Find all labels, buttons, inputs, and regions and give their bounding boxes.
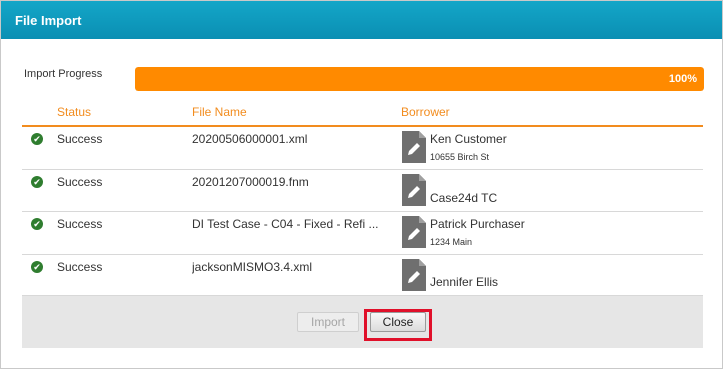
document-edit-icon[interactable] xyxy=(402,259,426,291)
file-name-cell: jacksonMISMO3.4.xml xyxy=(192,260,313,274)
close-button[interactable]: Close xyxy=(370,312,426,332)
status-cell: Success xyxy=(57,217,103,231)
import-progress-bar: 100% xyxy=(135,67,704,91)
column-header-status: Status xyxy=(57,105,92,119)
file-import-dialog: File Import Import Progress 100% Status … xyxy=(0,0,723,369)
document-edit-icon[interactable] xyxy=(402,131,426,163)
status-cell: Success xyxy=(57,260,103,274)
borrower-address: 1234 Main xyxy=(430,237,473,247)
import-progress-text: 100% xyxy=(668,73,697,85)
status-cell: Success xyxy=(57,175,103,189)
file-name-cell: 20200506000001.xml xyxy=(192,132,308,146)
success-check-icon: ✔ xyxy=(31,261,43,273)
import-progress-label: Import Progress xyxy=(24,68,103,80)
import-progress-fill xyxy=(135,67,704,91)
borrower-name: Jennifer Ellis xyxy=(430,275,499,289)
file-name-cell: 20201207000019.fnm xyxy=(192,175,309,189)
document-edit-icon[interactable] xyxy=(402,174,426,206)
dialog-title-bar: File Import xyxy=(1,1,722,39)
table-row: ✔ Success DI Test Case - C04 - Fixed - R… xyxy=(22,212,703,255)
table-row: ✔ Success 20201207000019.fnm Case24d TC xyxy=(22,170,703,212)
borrower-name: Case24d TC xyxy=(430,191,498,205)
dialog-title: File Import xyxy=(15,13,82,28)
import-button[interactable]: Import xyxy=(297,312,359,332)
column-header-file-name: File Name xyxy=(192,105,247,119)
table-row: ✔ Success 20200506000001.xml Ken Custome… xyxy=(22,127,703,170)
dialog-footer: Import Close xyxy=(22,296,703,348)
status-cell: Success xyxy=(57,132,103,146)
file-name-cell: DI Test Case - C04 - Fixed - Refi ... xyxy=(192,217,379,231)
success-check-icon: ✔ xyxy=(31,218,43,230)
borrower-address: 10655 Birch St xyxy=(430,152,490,162)
success-check-icon: ✔ xyxy=(31,133,43,145)
document-edit-icon[interactable] xyxy=(402,216,426,248)
table-row: ✔ Success jacksonMISMO3.4.xml Jennifer E… xyxy=(22,255,703,296)
success-check-icon: ✔ xyxy=(31,176,43,188)
column-header-borrower: Borrower xyxy=(401,105,450,119)
borrower-name: Ken Customer xyxy=(430,132,507,146)
borrower-name: Patrick Purchaser xyxy=(430,217,525,231)
